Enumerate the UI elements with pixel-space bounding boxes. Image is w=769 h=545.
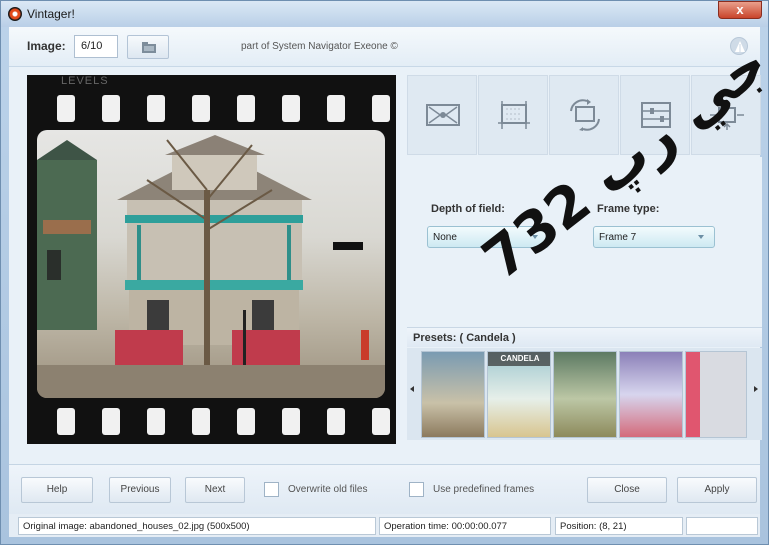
rotate-image-icon [570,99,600,131]
bottom-bar: Help Previous Next Overwrite old files U… [9,464,760,514]
status-position: Position: (8, 21) [555,517,683,535]
close-button[interactable]: Close [587,477,667,503]
scroll-left-icon[interactable] [410,386,414,392]
image-label: Image: [27,39,66,53]
presets-header: Presets: ( Candela ) [407,327,762,347]
status-original-image: Original image: abandoned_houses_02.jpg … [18,517,376,535]
previous-button[interactable]: Previous [109,477,171,503]
depth-of-field-label: Depth of field: [431,203,505,215]
preset-thumb-label: CANDELA [488,352,550,366]
window-close-button[interactable]: x [718,1,762,19]
overwrite-checkbox[interactable] [264,482,279,497]
window-title: Vintager! [27,7,75,21]
next-button[interactable]: Next [185,477,245,503]
top-toolbar: Image: 6/10 part of System Navigator Exe… [9,27,760,67]
status-bar: Original image: abandoned_houses_02.jpg … [9,514,760,537]
predefined-frames-checkbox[interactable] [409,482,424,497]
help-button[interactable]: Help [21,477,93,503]
app-icon [8,7,22,21]
frame-type-select[interactable]: Frame 7 [593,226,715,248]
apply-button[interactable]: Apply [677,477,757,503]
levels-watermark: LEVELS [61,75,109,87]
tool-crop-button[interactable] [478,75,548,155]
preset-thumb[interactable] [421,351,485,438]
predefined-frames-label: Use predefined frames [433,484,535,495]
image-index-field[interactable]: 6/10 [74,35,118,58]
presets-strip: CANDELA [407,348,762,440]
overwrite-label: Overwrite old files [288,484,368,495]
folder-open-icon [142,42,156,53]
house-photo [37,130,385,398]
crop-icon [498,101,530,129]
status-operation-time: Operation time: 00:00:00.077 [379,517,551,535]
status-extra [686,517,758,535]
scroll-right-icon[interactable] [754,386,758,392]
frame-border-icon [426,104,460,126]
image-preview[interactable]: LEVELS [27,75,396,444]
tool-frame-button[interactable] [407,75,477,155]
preset-thumb[interactable] [619,351,683,438]
open-folder-button[interactable] [127,35,169,59]
preset-thumb[interactable] [685,351,747,438]
presets-title: Presets: ( Candela ) [413,332,516,344]
preset-thumb[interactable] [553,351,617,438]
preset-thumb-selected[interactable]: CANDELA [487,351,551,438]
app-subtitle: part of System Navigator Exeone © [241,41,398,52]
title-bar[interactable]: Vintager! x [1,1,768,27]
chevron-down-icon [698,235,704,239]
main-window: Vintager! x Image: 6/10 part of System N… [0,0,769,545]
